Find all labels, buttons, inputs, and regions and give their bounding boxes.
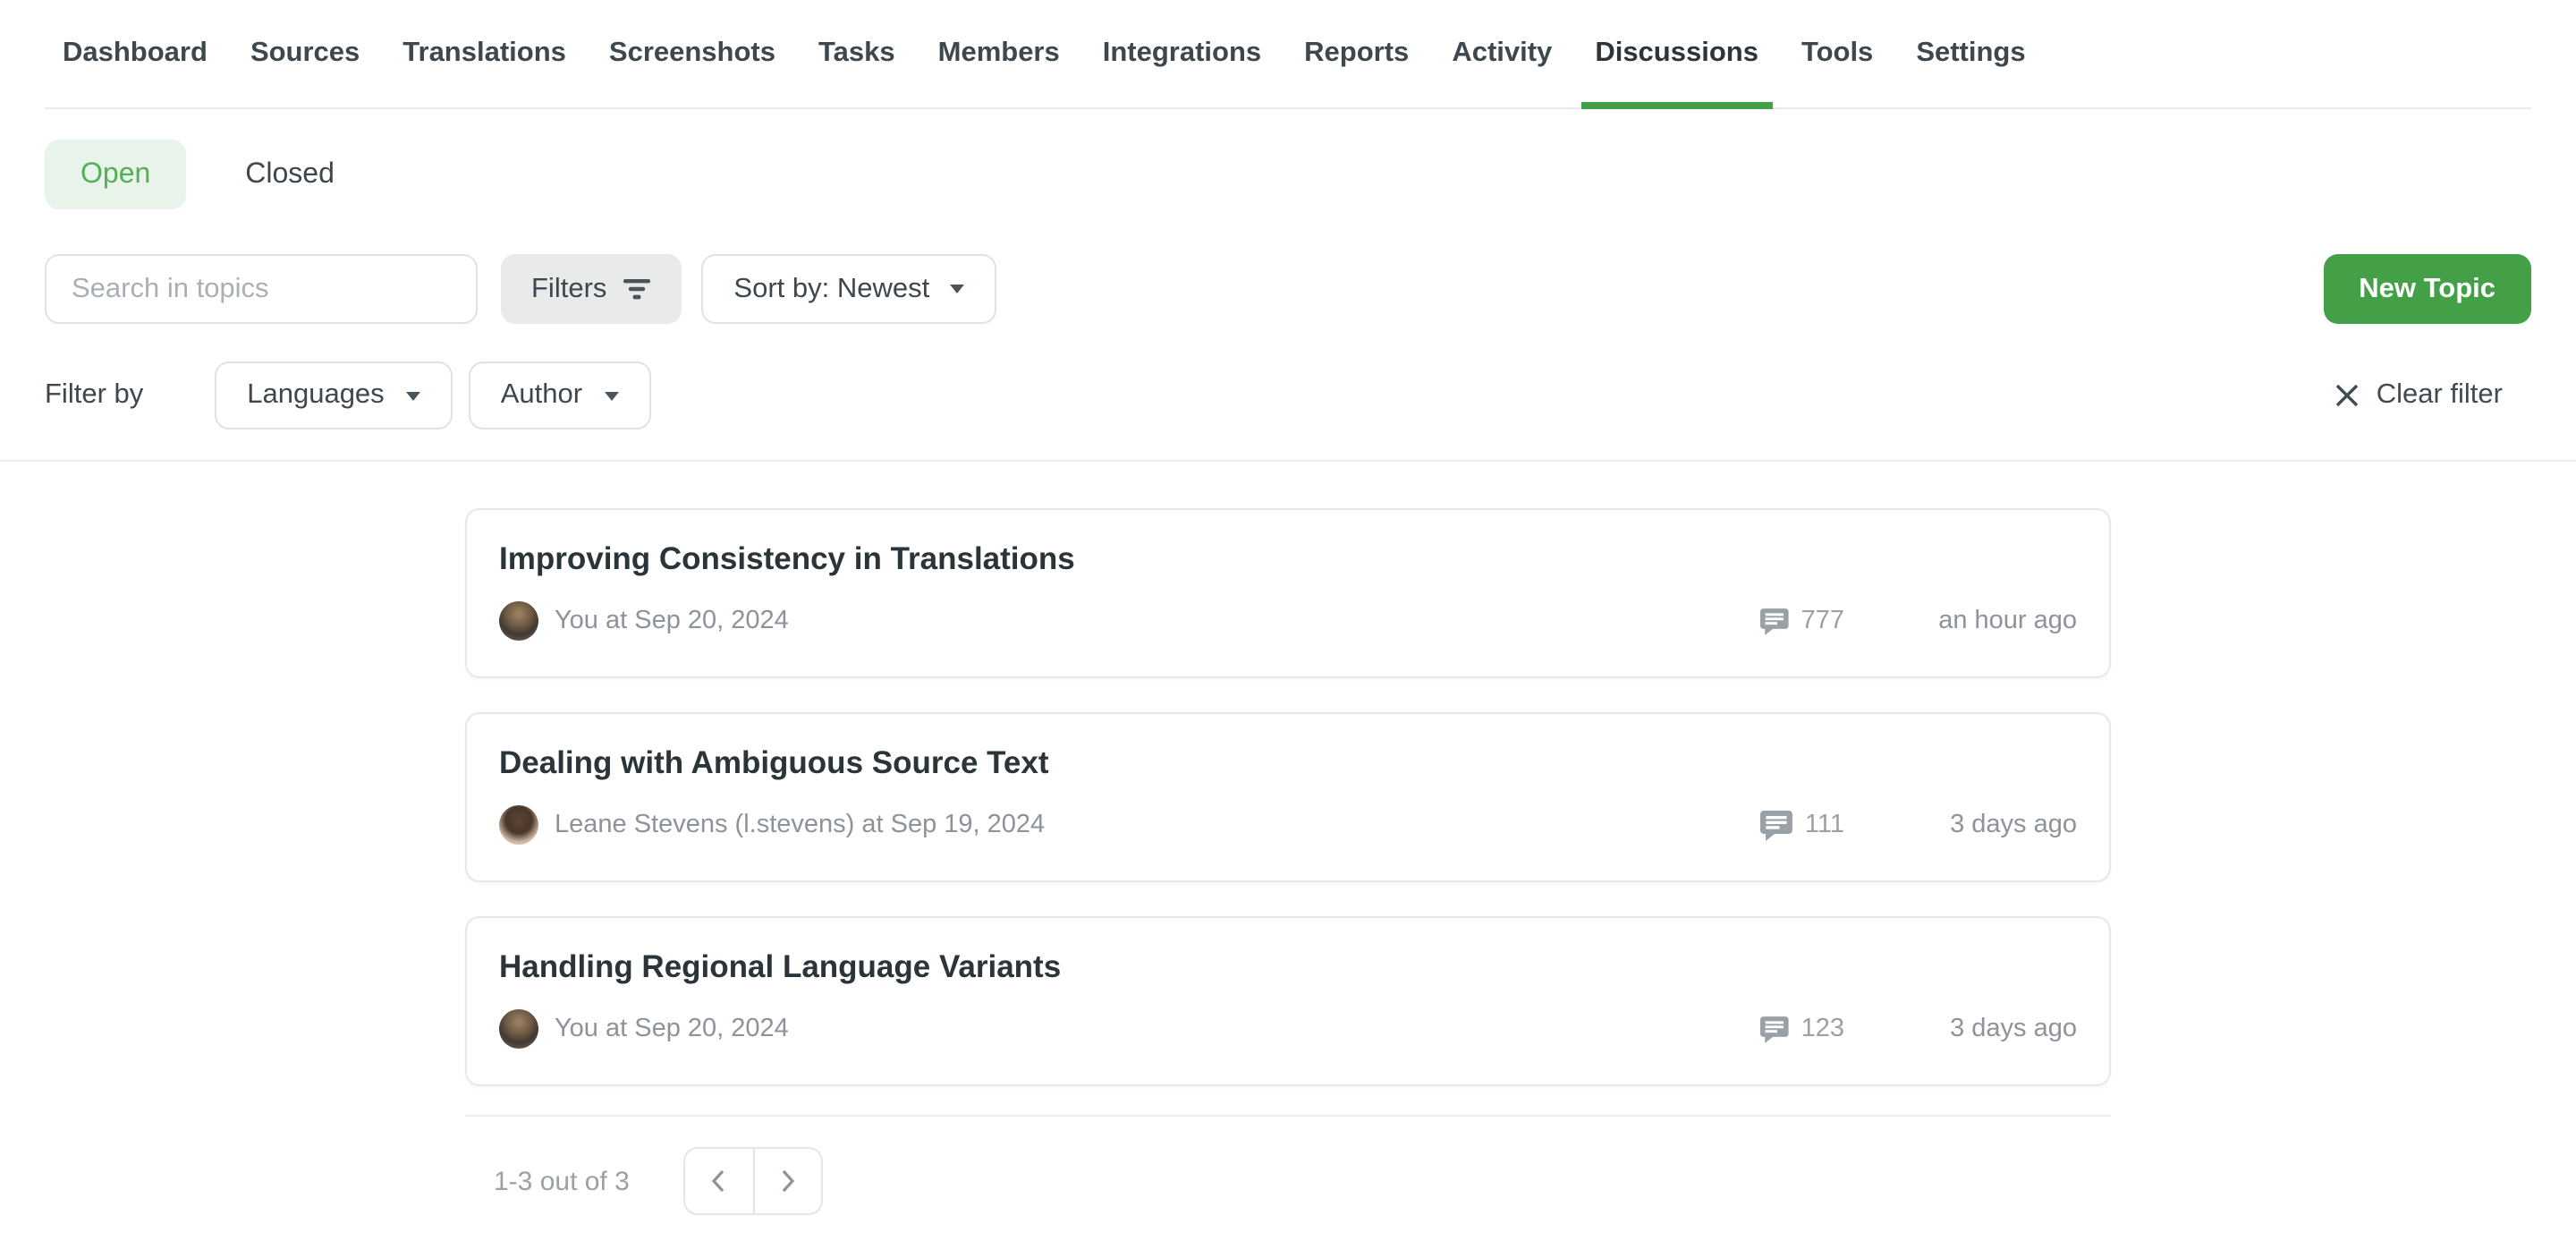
next-page-button[interactable] [753, 1149, 821, 1213]
topic-list: Improving Consistency in Translations Yo… [465, 462, 2111, 1086]
topic-byline: Leane Stevens (l.stevens) at Sep 19, 202… [555, 811, 1760, 839]
avatar [499, 1009, 538, 1049]
filters-button[interactable]: Filters [501, 254, 682, 324]
topic-byline: You at Sep 20, 2024 [555, 607, 1760, 635]
filter-bar: Filter by Languages Author Clear filter [45, 361, 2531, 429]
comment-count: 111 [1805, 811, 1844, 839]
topic-card[interactable]: Dealing with Ambiguous Source Text Leane… [465, 712, 2111, 882]
topic-meta: You at Sep 20, 2024 777 an hour ago [499, 601, 2077, 641]
comment-bubble-icon [1760, 810, 1792, 840]
clear-filter-label: Clear filter [2377, 379, 2503, 412]
caret-down-icon [949, 285, 963, 293]
prev-page-button[interactable] [685, 1149, 753, 1213]
topic-card[interactable]: Improving Consistency in Translations Yo… [465, 508, 2111, 678]
nav-item-members[interactable]: Members [938, 0, 1060, 107]
comment-count-group: 111 [1760, 810, 1844, 840]
top-nav-bar: Dashboard Sources Translations Screensho… [45, 0, 2531, 109]
tab-closed[interactable]: Closed [209, 140, 370, 209]
list-divider [465, 1115, 2111, 1117]
nav-item-translations[interactable]: Translations [402, 0, 566, 107]
tab-open[interactable]: Open [45, 140, 186, 209]
nav-item-tools[interactable]: Tools [1801, 0, 1873, 107]
topic-byline: You at Sep 20, 2024 [555, 1015, 1760, 1043]
close-icon [2335, 383, 2360, 408]
nav-item-tasks[interactable]: Tasks [818, 0, 895, 107]
nav-item-discussions[interactable]: Discussions [1595, 0, 1758, 107]
topic-card[interactable]: Handling Regional Language Variants You … [465, 916, 2111, 1086]
nav-item-activity[interactable]: Activity [1452, 0, 1552, 107]
status-tabs: Open Closed [45, 140, 2531, 209]
pagination: 1-3 out of 3 [465, 1147, 2111, 1215]
sort-button[interactable]: Sort by: Newest [701, 254, 996, 324]
avatar [499, 805, 538, 845]
caret-down-icon [604, 391, 618, 400]
chevron-left-icon [711, 1169, 727, 1194]
new-topic-button[interactable]: New Topic [2323, 254, 2531, 324]
filter-lines-icon [623, 277, 651, 301]
author-dropdown[interactable]: Author [469, 361, 650, 429]
topic-meta: You at Sep 20, 2024 123 3 days ago [499, 1009, 2077, 1049]
nav-item-screenshots[interactable]: Screenshots [609, 0, 775, 107]
languages-dropdown[interactable]: Languages [215, 361, 452, 429]
filter-by-label: Filter by [45, 379, 143, 412]
clear-filter-button[interactable]: Clear filter [2335, 379, 2503, 412]
nav-item-sources[interactable]: Sources [250, 0, 360, 107]
filters-button-label: Filters [531, 273, 606, 305]
comment-bubble-icon [1760, 1014, 1789, 1044]
author-dropdown-label: Author [501, 379, 582, 412]
topic-age: 3 days ago [1844, 1015, 2077, 1043]
topic-title[interactable]: Dealing with Ambiguous Source Text [499, 744, 2077, 782]
caret-down-icon [406, 391, 420, 400]
comment-bubble-icon [1760, 606, 1789, 636]
pagination-summary: 1-3 out of 3 [494, 1166, 630, 1196]
topic-meta: Leane Stevens (l.stevens) at Sep 19, 202… [499, 805, 2077, 845]
search-input[interactable] [45, 254, 478, 324]
topic-age: an hour ago [1844, 607, 2077, 635]
top-nav: Dashboard Sources Translations Screensho… [45, 0, 2531, 107]
topic-title[interactable]: Improving Consistency in Translations [499, 540, 2077, 578]
avatar [499, 601, 538, 641]
languages-dropdown-label: Languages [247, 379, 384, 412]
topic-age: 3 days ago [1844, 811, 2077, 839]
topic-title[interactable]: Handling Regional Language Variants [499, 948, 2077, 986]
discussions-page: Dashboard Sources Translations Screensho… [0, 0, 2576, 1241]
sort-button-label: Sort by: Newest [733, 273, 929, 305]
comment-count: 777 [1801, 607, 1844, 635]
chevron-right-icon [780, 1169, 796, 1194]
nav-item-settings[interactable]: Settings [1916, 0, 2025, 107]
pager-buttons [683, 1147, 823, 1215]
toolbar: Filters Sort by: Newest New Topic [45, 254, 2531, 324]
comment-count-group: 777 [1760, 606, 1844, 636]
comment-count-group: 123 [1760, 1014, 1844, 1044]
comment-count: 123 [1801, 1015, 1844, 1043]
nav-item-reports[interactable]: Reports [1304, 0, 1409, 107]
nav-item-integrations[interactable]: Integrations [1103, 0, 1261, 107]
nav-item-dashboard[interactable]: Dashboard [63, 0, 208, 107]
